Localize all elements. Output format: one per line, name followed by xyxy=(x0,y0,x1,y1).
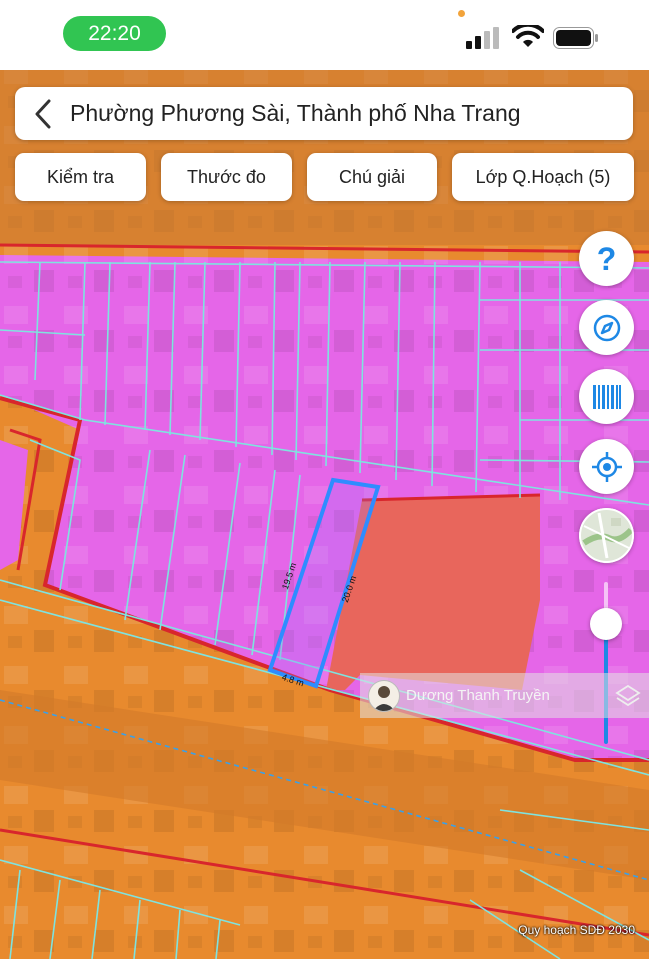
locate-button[interactable] xyxy=(579,439,634,494)
locate-icon xyxy=(591,451,622,482)
location-title: Phường Phương Sài, Thành phố Nha Trang xyxy=(70,100,521,126)
compass-button[interactable] xyxy=(579,300,634,355)
map-screen: 19.5 m 20.0 m 4.8 m 22:20 Phường Phương … xyxy=(0,0,649,959)
status-time: 22:20 xyxy=(63,16,166,51)
author-watermark: Dương Thanh Truyền xyxy=(360,673,649,718)
battery-icon xyxy=(553,27,598,49)
help-icon: ? xyxy=(596,240,617,277)
help-button[interactable]: ? xyxy=(579,231,634,286)
planning-map[interactable]: 19.5 m 20.0 m 4.8 m xyxy=(0,0,649,959)
barcode-icon xyxy=(592,384,621,409)
status-bar: 22:20 xyxy=(0,0,649,70)
author-avatar xyxy=(368,680,400,712)
opacity-slider-thumb[interactable] xyxy=(590,608,622,640)
basemap-button[interactable] xyxy=(579,508,634,563)
check-button[interactable]: Kiểm tra xyxy=(15,153,146,201)
barcode-button[interactable] xyxy=(579,369,634,424)
location-header: Phường Phương Sài, Thành phố Nha Trang xyxy=(15,87,633,140)
measure-button[interactable]: Thước đo xyxy=(161,153,292,201)
signal-icon xyxy=(466,27,499,49)
back-arrow-icon[interactable] xyxy=(29,97,61,131)
layers-icon xyxy=(615,684,641,707)
legend-button[interactable]: Chú giải xyxy=(307,153,437,201)
privacy-indicator-dot xyxy=(458,10,465,17)
planning-layers-button[interactable]: Lớp Q.Hoạch (5) xyxy=(452,153,634,201)
map-layer-caption: Quy hoạch SDĐ 2030 xyxy=(518,923,635,937)
wifi-icon xyxy=(512,25,544,47)
compass-icon xyxy=(593,314,620,341)
basemap-thumbnail xyxy=(579,508,634,563)
author-name: Dương Thanh Truyền xyxy=(406,687,550,704)
